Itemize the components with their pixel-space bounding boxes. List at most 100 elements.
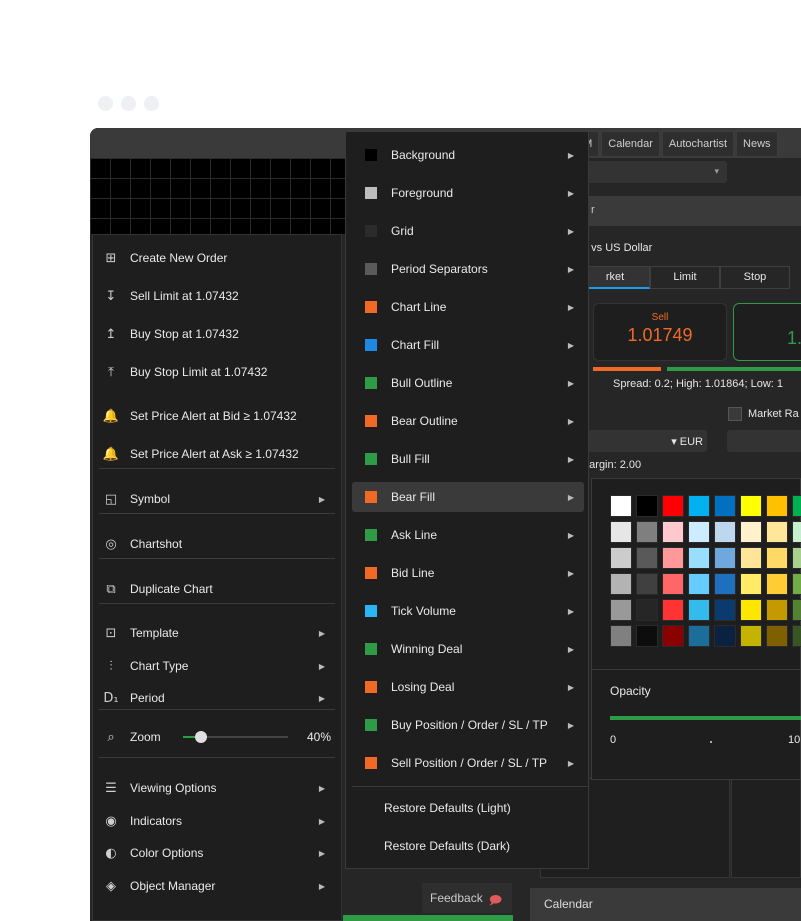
palette-color[interactable] — [636, 547, 658, 569]
palette-color[interactable] — [610, 625, 632, 647]
color-item-buy-position-order-sl-tp[interactable]: Buy Position / Order / SL / TP ▶ — [352, 710, 584, 740]
menu-item-set-price-alert-at-bid-1-07432[interactable]: 🔔 Set Price Alert at Bid ≥ 1.07432 — [103, 401, 333, 431]
palette-color[interactable] — [688, 573, 710, 595]
palette-color[interactable] — [740, 625, 762, 647]
palette-color[interactable] — [610, 547, 632, 569]
palette-color[interactable] — [766, 547, 788, 569]
palette-color[interactable] — [792, 573, 801, 595]
palette-color[interactable] — [792, 495, 801, 517]
palette-color[interactable] — [792, 521, 801, 543]
palette-color[interactable] — [766, 625, 788, 647]
menu-item-buy-stop-at-1-07432[interactable]: ↥ Buy Stop at 1.07432 — [103, 319, 333, 349]
buy-button[interactable]: 1. — [733, 303, 801, 361]
palette-color[interactable] — [766, 495, 788, 517]
palette-color[interactable] — [662, 547, 684, 569]
zoom-slider-handle[interactable] — [195, 731, 207, 743]
color-item-bear-outline[interactable]: Bear Outline ▶ — [352, 406, 584, 436]
menu-item-chart-type[interactable]: ⫶ Chart Type ▶ — [103, 651, 333, 681]
palette-color[interactable] — [714, 521, 736, 543]
amount-field[interactable] — [727, 430, 801, 452]
volume-currency-field[interactable]: ▾ EUR — [587, 430, 707, 452]
palette-color[interactable] — [610, 573, 632, 595]
color-item-grid[interactable]: Grid ▶ — [352, 216, 584, 246]
palette-color[interactable] — [688, 599, 710, 621]
palette-color[interactable] — [714, 625, 736, 647]
palette-color[interactable] — [792, 599, 801, 621]
palette-color[interactable] — [688, 547, 710, 569]
palette-color[interactable] — [766, 573, 788, 595]
palette-color[interactable] — [740, 599, 762, 621]
palette-color[interactable] — [766, 599, 788, 621]
menu-item-indicators[interactable]: ◉ Indicators ▶ — [103, 806, 333, 836]
palette-color[interactable] — [610, 495, 632, 517]
palette-color[interactable] — [714, 599, 736, 621]
price-chart[interactable] — [90, 158, 345, 234]
market-rate-checkbox[interactable] — [728, 407, 742, 421]
palette-color[interactable] — [740, 521, 762, 543]
color-item-bear-fill[interactable]: Bear Fill ▶ — [352, 482, 584, 512]
palette-color[interactable] — [636, 599, 658, 621]
palette-color[interactable] — [636, 625, 658, 647]
color-item-bull-outline[interactable]: Bull Outline ▶ — [352, 368, 584, 398]
market-rate-option[interactable]: Market Ra — [728, 407, 799, 421]
calendar-panel-header[interactable]: Calendar — [530, 888, 801, 921]
menu-item-set-price-alert-at-ask-1-07432[interactable]: 🔔 Set Price Alert at Ask ≥ 1.07432 — [103, 439, 333, 469]
tab-limit[interactable]: Limit — [650, 266, 720, 289]
palette-color[interactable] — [792, 547, 801, 569]
feedback-button[interactable]: Feedback 🗩 — [422, 883, 512, 913]
color-item-foreground[interactable]: Foreground ▶ — [352, 178, 584, 208]
color-item-bid-line[interactable]: Bid Line ▶ — [352, 558, 584, 588]
color-item-chart-line[interactable]: Chart Line ▶ — [352, 292, 584, 322]
tab-stop[interactable]: Stop — [720, 266, 790, 289]
palette-color[interactable] — [766, 521, 788, 543]
menu-item-create-new-order[interactable]: ⊞ Create New Order — [103, 243, 333, 273]
menu-item-object-manager[interactable]: ◈ Object Manager ▶ — [103, 871, 333, 901]
menu-item-buy-stop-limit-at-1-07432[interactable]: ⤒ Buy Stop Limit at 1.07432 — [103, 357, 333, 387]
palette-color[interactable] — [662, 573, 684, 595]
color-item-sell-position-order-sl-tp[interactable]: Sell Position / Order / SL / TP ▶ — [352, 748, 584, 778]
menu-item-sell-limit-at-1-07432[interactable]: ↧ Sell Limit at 1.07432 — [103, 281, 333, 311]
color-item-losing-deal[interactable]: Losing Deal ▶ — [352, 672, 584, 702]
menu-item-chartshot[interactable]: ◎ Chartshot — [103, 529, 333, 559]
palette-color[interactable] — [714, 495, 736, 517]
palette-color[interactable] — [662, 521, 684, 543]
color-item-chart-fill[interactable]: Chart Fill ▶ — [352, 330, 584, 360]
palette-color[interactable] — [636, 573, 658, 595]
opacity-slider[interactable] — [610, 716, 801, 720]
tab-autochartist[interactable]: Autochartist — [661, 131, 735, 157]
color-item-background[interactable]: Background ▶ — [352, 140, 584, 170]
color-item-ask-line[interactable]: Ask Line ▶ — [352, 520, 584, 550]
window-dot[interactable] — [98, 96, 113, 111]
palette-color[interactable] — [610, 521, 632, 543]
tab-market[interactable]: rket — [580, 266, 650, 289]
menu-item-period[interactable]: D₁ Period ▶ — [103, 683, 333, 713]
palette-color[interactable] — [688, 495, 710, 517]
palette-color[interactable] — [610, 599, 632, 621]
palette-color[interactable] — [740, 547, 762, 569]
color-item-tick-volume[interactable]: Tick Volume ▶ — [352, 596, 584, 626]
zoom-slider[interactable] — [183, 731, 288, 743]
palette-color[interactable] — [662, 625, 684, 647]
palette-color[interactable] — [740, 573, 762, 595]
palette-color[interactable] — [636, 521, 658, 543]
palette-color[interactable] — [792, 625, 801, 647]
palette-color[interactable] — [740, 495, 762, 517]
menu-item-viewing-options[interactable]: ☰ Viewing Options ▶ — [103, 773, 333, 803]
palette-color[interactable] — [662, 495, 684, 517]
palette-color[interactable] — [636, 495, 658, 517]
restore-defaults-light[interactable]: Restore Defaults (Light) — [352, 793, 584, 823]
tab-calendar[interactable]: Calendar — [601, 131, 660, 157]
palette-color[interactable] — [688, 625, 710, 647]
symbol-select[interactable]: ▾ — [587, 161, 727, 183]
tab-news[interactable]: News — [736, 131, 778, 157]
color-item-bull-fill[interactable]: Bull Fill ▶ — [352, 444, 584, 474]
color-item-period-separators[interactable]: Period Separators ▶ — [352, 254, 584, 284]
menu-item-symbol[interactable]: ◱ Symbol ▶ — [103, 484, 333, 514]
palette-color[interactable] — [714, 547, 736, 569]
menu-item-duplicate-chart[interactable]: ⧉ Duplicate Chart — [103, 574, 333, 604]
palette-color[interactable] — [688, 521, 710, 543]
menu-item-template[interactable]: ⊡ Template ▶ — [103, 618, 333, 648]
palette-color[interactable] — [714, 573, 736, 595]
menu-item-zoom[interactable]: ⌕ Zoom 40% — [103, 722, 333, 752]
window-dot[interactable] — [121, 96, 136, 111]
